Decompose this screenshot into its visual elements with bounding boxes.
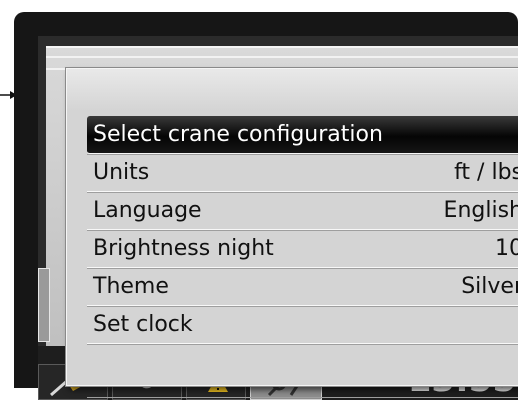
menu-item-value: English <box>443 198 518 223</box>
settings-menu: Select crane configuration Units ft / lbs L… <box>87 116 518 345</box>
menu-item-select-crane-configuration[interactable]: Select crane configuration <box>87 116 518 155</box>
screen-bezel: 5 13:55 <box>14 12 518 400</box>
menu-item-label: Select crane configuration <box>93 122 383 147</box>
menu-item-label: Theme <box>93 274 169 299</box>
dialog-header-area <box>67 69 518 111</box>
menu-item-brightness-night[interactable]: Brightness night 10 <box>87 230 518 269</box>
menu-item-label: Units <box>93 160 150 185</box>
menu-item-set-clock[interactable]: Set clock <box>87 306 518 345</box>
menu-item-label: Set clock <box>93 312 193 337</box>
menu-item-language[interactable]: Language English <box>87 192 518 231</box>
left-side-tab <box>38 268 50 342</box>
settings-dialog: Select crane configuration Units ft / lbs L… <box>66 68 518 398</box>
menu-item-label: Brightness night <box>93 236 274 261</box>
menu-item-theme[interactable]: Theme Silver <box>87 268 518 307</box>
divider <box>87 397 518 398</box>
screen: 5 13:55 <box>38 36 518 400</box>
crane-display-device: 5 13:55 <box>0 0 518 400</box>
menu-item-value: Silver <box>461 274 518 299</box>
menu-item-value: 10 <box>495 236 518 261</box>
stack-edge <box>46 56 518 58</box>
menu-item-units[interactable]: Units ft / lbs <box>87 154 518 193</box>
menu-item-label: Language <box>93 198 202 223</box>
menu-item-value: ft / lbs <box>454 160 518 185</box>
